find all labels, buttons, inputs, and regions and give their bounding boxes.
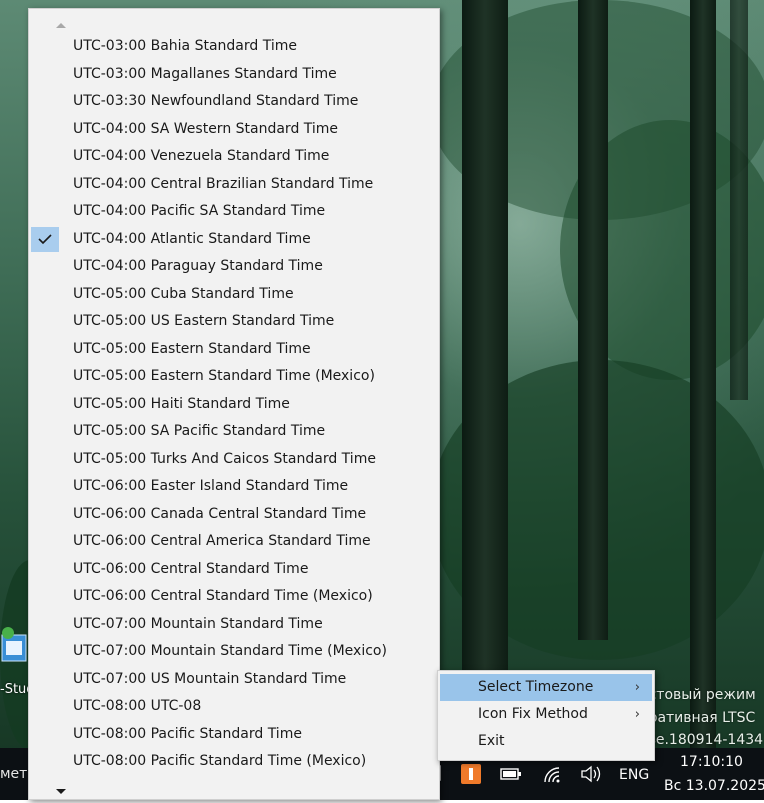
- timezone-label: UTC-03:30 Newfoundland Standard Time: [73, 93, 359, 109]
- scroll-up-arrow-icon[interactable]: [54, 17, 68, 31]
- timezone-label: UTC-05:00 SA Pacific Standard Time: [73, 423, 326, 439]
- volume-icon[interactable]: [580, 764, 602, 784]
- timezone-label: UTC-05:00 Cuba Standard Time: [73, 285, 294, 302]
- exit-label: Exit: [478, 733, 505, 749]
- timezone-menu-item[interactable]: UTC-03:30 Newfoundland Standard Time: [29, 88, 439, 116]
- timezone-label: UTC-07:00 Mountain Standard Time: [73, 615, 323, 632]
- timezone-menu-item[interactable]: UTC-05:00 Eastern Standard Time: [29, 336, 439, 364]
- orange-app-icon[interactable]: [461, 764, 481, 784]
- timezone-menu-item[interactable]: UTC-06:00 Central Standard Time: [29, 556, 439, 584]
- timezone-label: UTC-04:00 Pacific SA Standard Time: [73, 203, 326, 219]
- tray-context-menu: Select Timezone › Icon Fix Method › Exit: [437, 670, 655, 761]
- timezone-label: UTC-08:00 Pacific Standard Time: [73, 725, 302, 742]
- timezone-menu-item[interactable]: UTC-04:00 Paraguay Standard Time: [29, 253, 439, 281]
- scroll-down-arrow-icon[interactable]: [54, 784, 68, 798]
- watermark-line-1: естовый режим: [640, 687, 756, 703]
- clock-date[interactable]: Вс 13.07.2025: [664, 778, 764, 794]
- timezone-label: UTC-06:00 Central Standard Time: [73, 560, 309, 577]
- timezone-label: UTC-04:00 Venezuela Standard Time: [73, 148, 330, 164]
- timezone-label: UTC-05:00 Eastern Standard Time: [73, 340, 311, 357]
- timezone-menu-item[interactable]: UTC-03:00 Bahia Standard Time: [29, 33, 439, 61]
- timezone-menu-item[interactable]: UTC-05:00 Haiti Standard Time: [29, 391, 439, 419]
- timezone-menu-item[interactable]: UTC-06:00 Central Standard Time (Mexico): [29, 583, 439, 611]
- timezone-menu: UTC-03:00 Bahia Standard Time UTC-03:00 M…: [28, 8, 440, 800]
- desktop-app-icon[interactable]: [0, 625, 30, 673]
- watermark-line-2: оративная LTSC: [640, 710, 756, 726]
- timezone-menu-item[interactable]: UTC-07:00 Mountain Standard Time: [29, 611, 439, 639]
- timezone-menu-item[interactable]: UTC-04:00 Atlantic Standard Time: [29, 226, 439, 254]
- timezone-label: UTC-06:00 Central America Standard Time: [73, 533, 371, 549]
- watermark-line-3: ase.180914-1434: [640, 732, 764, 748]
- menu-item-exit[interactable]: Exit: [440, 728, 652, 755]
- select-timezone-label: Select Timezone: [478, 679, 594, 695]
- timezone-label: UTC-05:00 Eastern Standard Time (Mexico): [73, 368, 375, 384]
- timezone-label: UTC-05:00 US Eastern Standard Time: [73, 313, 335, 329]
- timezone-label: UTC-07:00 US Mountain Standard Time: [73, 670, 347, 687]
- timezone-menu-item[interactable]: UTC-04:00 SA Western Standard Time: [29, 116, 439, 144]
- timezone-menu-item[interactable]: UTC-05:00 SA Pacific Standard Time: [29, 418, 439, 446]
- menu-item-select-timezone[interactable]: Select Timezone ›: [440, 674, 652, 701]
- timezone-label: UTC-04:00 Central Brazilian Standard Tim…: [73, 175, 374, 192]
- timezone-menu-item[interactable]: UTC-05:00 Cuba Standard Time: [29, 281, 439, 309]
- timezone-menu-item[interactable]: UTC-05:00 Eastern Standard Time (Mexico): [29, 363, 439, 391]
- timezone-label: UTC-03:00 Magallanes Standard Time: [73, 65, 337, 82]
- timezone-menu-item[interactable]: UTC-04:00 Central Brazilian Standard Tim…: [29, 171, 439, 199]
- language-indicator[interactable]: ENG: [619, 767, 649, 783]
- timezone-label: UTC-07:00 Mountain Standard Time (Mexico…: [73, 643, 387, 659]
- wifi-icon[interactable]: [541, 764, 561, 784]
- timezone-label: UTC-06:00 Easter Island Standard Time: [73, 478, 349, 494]
- timezone-label: UTC-05:00 Turks And Caicos Standard Time: [73, 450, 376, 467]
- timezone-menu-item[interactable]: UTC-08:00 Pacific Standard Time (Mexico): [29, 748, 439, 776]
- timezone-label: UTC-04:00 SA Western Standard Time: [73, 120, 339, 137]
- timezone-label: UTC-05:00 Haiti Standard Time: [73, 395, 290, 412]
- timezone-menu-item[interactable]: UTC-07:00 Mountain Standard Time (Mexico…: [29, 638, 439, 666]
- timezone-menu-item[interactable]: UTC-04:00 Pacific SA Standard Time: [29, 198, 439, 226]
- timezone-menu-item[interactable]: UTC-07:00 US Mountain Standard Time: [29, 666, 439, 694]
- menu-item-icon-fix-method[interactable]: Icon Fix Method ›: [440, 701, 652, 728]
- timezone-label: UTC-08:00 UTC-08: [73, 698, 202, 714]
- timezone-menu-item[interactable]: UTC-05:00 Turks And Caicos Standard Time: [29, 446, 439, 474]
- timezone-menu-item[interactable]: UTC-04:00 Venezuela Standard Time: [29, 143, 439, 171]
- chevron-right-icon: ›: [634, 707, 640, 722]
- timezone-label: UTC-04:00 Atlantic Standard Time: [73, 230, 311, 247]
- clock-time[interactable]: 17:10:10: [680, 754, 743, 770]
- chevron-right-icon: ›: [634, 680, 640, 695]
- timezone-menu-item[interactable]: UTC-08:00 Pacific Standard Time: [29, 721, 439, 749]
- battery-icon[interactable]: [500, 766, 522, 782]
- timezone-menu-item[interactable]: UTC-06:00 Easter Island Standard Time: [29, 473, 439, 501]
- timezone-list: UTC-03:00 Bahia Standard Time UTC-03:00 M…: [29, 33, 439, 776]
- checkmark-icon: [31, 226, 59, 252]
- timezone-menu-item[interactable]: UTC-06:00 Central America Standard Time: [29, 528, 439, 556]
- timezone-label: UTC-06:00 Central Standard Time (Mexico): [73, 588, 373, 604]
- icon-fix-method-label: Icon Fix Method: [478, 706, 588, 722]
- timezone-label: UTC-04:00 Paraguay Standard Time: [73, 258, 323, 274]
- timezone-label: UTC-06:00 Canada Central Standard Time: [73, 505, 367, 522]
- timezone-menu-item[interactable]: UTC-05:00 US Eastern Standard Time: [29, 308, 439, 336]
- timezone-label: UTC-03:00 Bahia Standard Time: [73, 38, 297, 54]
- timezone-menu-item[interactable]: UTC-06:00 Canada Central Standard Time: [29, 501, 439, 529]
- timezone-label: UTC-08:00 Pacific Standard Time (Mexico): [73, 753, 367, 769]
- timezone-menu-item[interactable]: UTC-03:00 Magallanes Standard Time: [29, 61, 439, 89]
- timezone-menu-item[interactable]: UTC-08:00 UTC-08: [29, 693, 439, 721]
